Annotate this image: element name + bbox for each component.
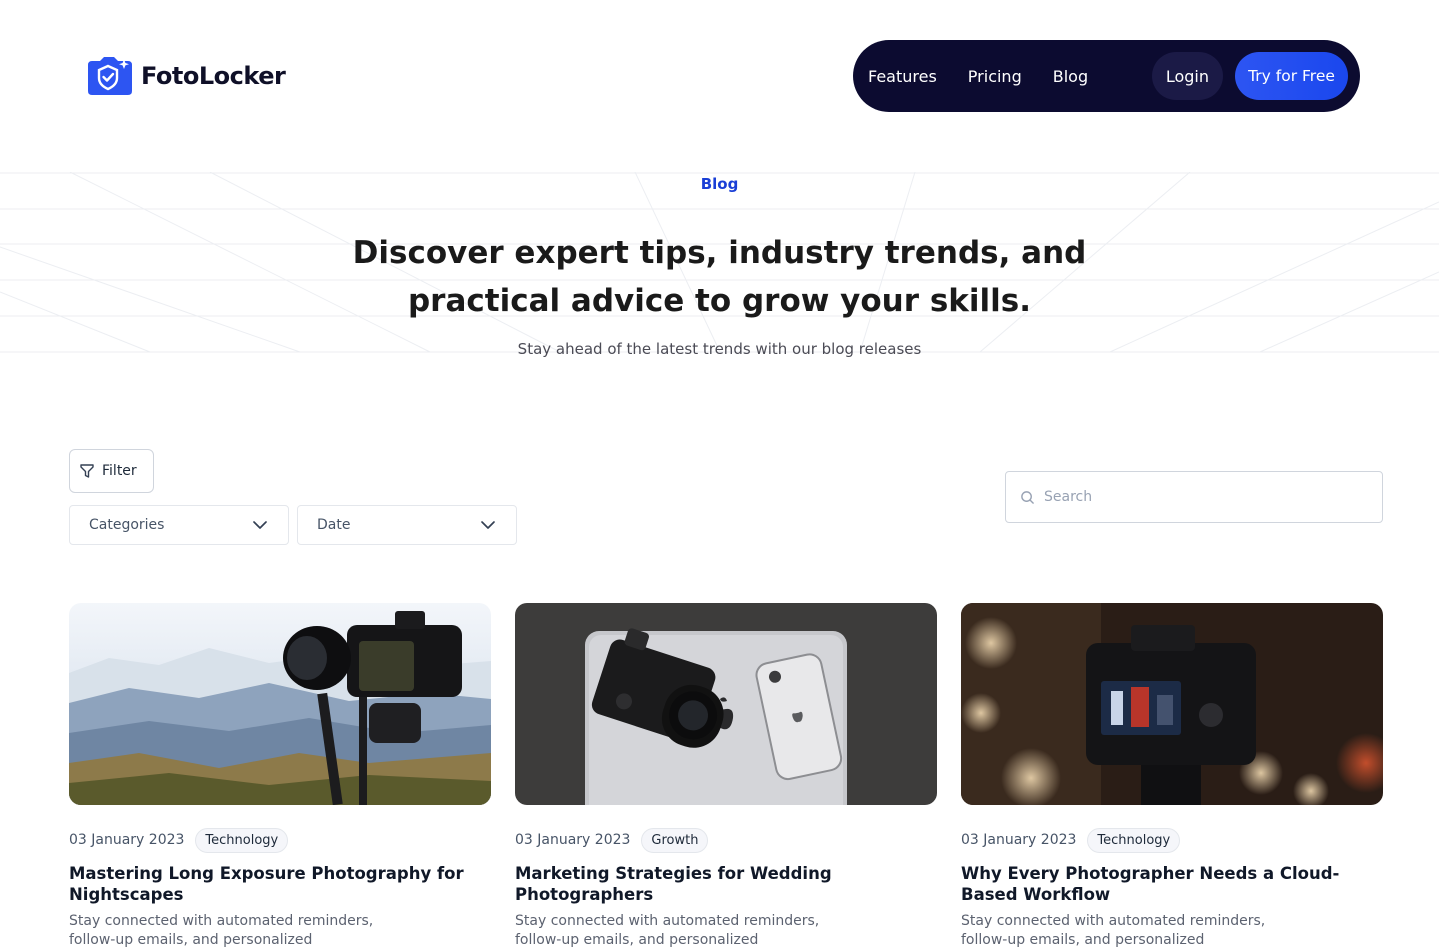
search-icon [1021,490,1034,504]
nav-pricing-link[interactable]: Pricing [968,67,1022,86]
blog-card[interactable]: 03 January 2023 Growth Marketing Strateg… [515,603,937,948]
filter-button[interactable]: Filter [69,449,154,493]
post-title[interactable]: Mastering Long Exposure Photography for … [69,863,491,905]
filter-label: Filter [102,463,137,479]
brand-name: FotoLocker [141,62,286,90]
search-input[interactable] [1044,489,1354,505]
filter-icon [80,464,94,478]
categories-dropdown[interactable]: Categories [69,505,289,545]
post-image-canon-camera[interactable] [961,603,1383,805]
chevron-down-icon [481,521,495,529]
hero-subtitle: Stay ahead of the latest trends with our… [517,340,922,358]
post-excerpt: Stay connected with automated reminders,… [69,913,374,948]
category-badge[interactable]: Technology [1087,827,1181,853]
hero-tag: Blog [700,175,739,193]
categories-label: Categories [89,517,165,533]
post-date: 03 January 2023 [515,832,631,848]
category-badge[interactable]: Growth [641,827,709,853]
top-nav: Features Pricing Blog Login Try for Free [853,40,1360,112]
post-image-camera-laptop[interactable] [515,603,937,805]
post-title[interactable]: Why Every Photographer Needs a Cloud-Bas… [961,863,1383,905]
category-badge[interactable]: Technology [195,827,289,853]
post-excerpt: Stay connected with automated reminders,… [515,913,820,948]
card-meta: 03 January 2023 Technology [961,827,1383,853]
nav-features-link[interactable]: Features [868,67,937,86]
blog-card[interactable]: 03 January 2023 Technology Why Every Pho… [961,603,1383,948]
date-dropdown[interactable]: Date [297,505,517,545]
post-excerpt: Stay connected with automated reminders,… [961,913,1266,948]
search-box [1005,471,1383,523]
date-label: Date [317,517,351,533]
chevron-down-icon [253,521,267,529]
card-meta: 03 January 2023 Growth [515,827,937,853]
post-date: 03 January 2023 [69,832,185,848]
try-for-free-button[interactable]: Try for Free [1235,52,1348,100]
post-image-camera-tripod[interactable] [69,603,491,805]
hero-title: Discover expert tips, industry trends, a… [352,235,1087,319]
nav-blog-link[interactable]: Blog [1053,67,1088,86]
blog-card[interactable]: 03 January 2023 Technology Mastering Lon… [69,603,491,948]
card-meta: 03 January 2023 Technology [69,827,491,853]
post-date: 03 January 2023 [961,832,1077,848]
login-button[interactable]: Login [1151,52,1223,100]
shield-lock-logo-icon [84,55,133,97]
post-title[interactable]: Marketing Strategies for Wedding Photogr… [515,863,937,905]
brand-logo[interactable]: FotoLocker [84,55,286,97]
